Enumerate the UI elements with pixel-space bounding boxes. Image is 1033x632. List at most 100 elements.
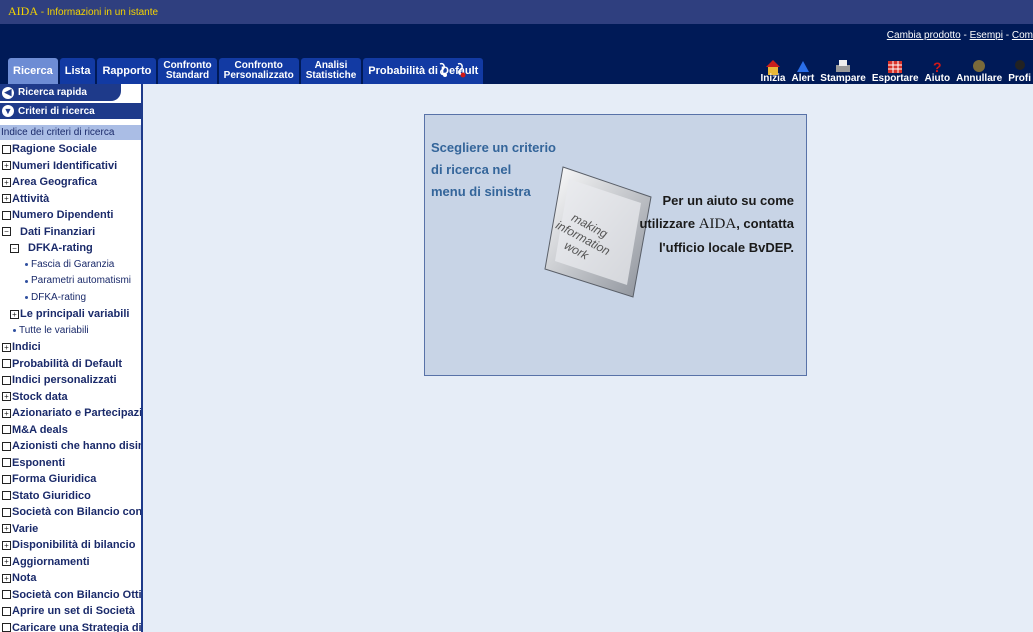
checkbox-icon — [2, 507, 11, 517]
criteria-tree: Ragione Sociale + Numeri Identificativi +… — [0, 141, 141, 632]
collapse-icon: − — [10, 243, 19, 253]
tree-item[interactable]: Società con Bilancio Ottico — [0, 587, 141, 604]
expand-icon: + — [2, 161, 11, 171]
arrow-down-icon: ▼ — [2, 105, 14, 117]
arrow-left-icon: ◀ — [2, 86, 14, 99]
expand-icon: + — [2, 177, 11, 187]
checkbox-icon — [2, 425, 11, 435]
expand-icon: + — [2, 557, 11, 567]
tree-item[interactable]: + Stock data — [0, 389, 141, 406]
banner-help-text: Per un aiuto su come utilizzare AIDA, co… — [639, 189, 794, 259]
help-line-1: Per un aiuto su come — [662, 193, 794, 208]
tree-item[interactable]: + Nota — [0, 570, 141, 587]
checkbox-icon — [2, 606, 11, 616]
nav-bar: Ricerca Lista Rapporto Confronto Standar… — [0, 46, 1033, 84]
profilo-button[interactable]: Profi — [1008, 60, 1031, 84]
tree-item[interactable]: Probabilità di Default — [0, 356, 141, 373]
expand-icon: + — [2, 194, 11, 204]
tab-lista[interactable]: Lista — [59, 58, 96, 84]
tree-item[interactable]: + Disponibilità di bilancio — [0, 537, 141, 554]
tree-leaf[interactable]: Tutte le variabili — [0, 323, 141, 340]
tree-item[interactable]: − Dati Finanziari — [0, 224, 141, 241]
tree-leaf[interactable]: Fascia di Garanzia — [0, 257, 141, 274]
welcome-banner: Scegliere un criterio di ricerca nel men… — [424, 114, 807, 376]
expand-icon: + — [2, 392, 11, 402]
tree-item[interactable]: + Attività — [0, 191, 141, 208]
tree-item[interactable]: Numero Dipendenti — [0, 207, 141, 224]
tree-leaf[interactable]: DFKA-rating — [0, 290, 141, 307]
tree-item[interactable]: + Numeri Identificativi — [0, 158, 141, 175]
annullare-button[interactable]: Annullare — [956, 60, 1002, 84]
sidebar: ◀ Ricerca rapida ▼ Criteri di ricerca In… — [0, 84, 143, 632]
tab-analisi-statistiche[interactable]: Analisi Statistiche — [300, 58, 362, 84]
tree-item[interactable]: Stato Giuridico — [0, 488, 141, 505]
bullet-icon — [25, 296, 28, 300]
inizia-button[interactable]: Inizia — [760, 60, 785, 84]
tree-item[interactable]: M&A deals — [0, 422, 141, 439]
com-link[interactable]: Com — [1012, 30, 1033, 41]
tree-item[interactable]: Caricare una Strategia di ricerca — [0, 620, 141, 632]
checkbox-icon — [2, 375, 11, 385]
title-bar: AIDA - Informazioni in un istante — [0, 0, 1033, 24]
checkbox-icon — [2, 458, 11, 468]
aiuto-button[interactable]: ? Aiuto — [925, 59, 951, 84]
stampare-button[interactable]: Stampare — [820, 60, 866, 84]
expand-icon: + — [2, 524, 11, 534]
tree-item[interactable]: Aprire un set di Società — [0, 603, 141, 620]
checkbox-icon — [2, 623, 11, 632]
tab-rapporto[interactable]: Rapporto — [97, 58, 157, 84]
checkbox-icon — [2, 359, 11, 369]
alert-button[interactable]: Alert — [791, 60, 814, 84]
esempi-link[interactable]: Esempi — [970, 30, 1003, 41]
tree-leaf[interactable]: Parametri automatismi — [0, 273, 141, 290]
tree-item[interactable]: Società con Bilancio consolidato — [0, 504, 141, 521]
tree-item[interactable]: Ragione Sociale — [0, 141, 141, 158]
quick-search-button[interactable]: ◀ Ricerca rapida — [0, 84, 121, 101]
checkbox-icon — [2, 210, 11, 220]
bullet-icon — [25, 263, 28, 267]
tab-strip: Ricerca Lista Rapporto Confronto Standar… — [8, 58, 484, 84]
top-bar: Cambia prodotto - Esempi - Com — [0, 24, 1033, 46]
collapse-icon: − — [2, 227, 11, 237]
checkbox-icon — [2, 441, 11, 451]
help-line-3: l'ufficio locale BvDEP. — [658, 240, 794, 255]
tree-item[interactable]: + Area Geografica — [0, 174, 141, 191]
checkbox-icon — [2, 491, 11, 501]
expand-icon: + — [2, 408, 11, 418]
expand-icon: + — [10, 309, 19, 319]
checkbox-icon — [2, 590, 11, 600]
tree-item[interactable]: +Azionariato e Partecipazioni — [0, 405, 141, 422]
tree-item[interactable]: Azionisti che hanno disinvestito — [0, 438, 141, 455]
tree-item[interactable]: + Le principali variabili — [0, 306, 141, 323]
quick-search-label: Ricerca rapida — [18, 87, 87, 98]
tree-item[interactable]: Indici personalizzati — [0, 372, 141, 389]
toolbar: Inizia Alert Stampare Esportare ? Aiuto … — [760, 59, 1033, 84]
tree-item[interactable]: Esponenti — [0, 455, 141, 472]
expand-icon: + — [2, 342, 11, 352]
tab-confronto-personalizzato[interactable]: Confronto Personalizzato — [218, 58, 299, 84]
tree-item[interactable]: + Indici — [0, 339, 141, 356]
criteria-header[interactable]: ▼ Criteri di ricerca — [0, 103, 141, 119]
unlink-icon[interactable] — [454, 60, 476, 82]
checkbox-icon — [2, 474, 11, 484]
criteria-label: Criteri di ricerca — [18, 105, 95, 117]
tree-item[interactable]: Forma Giuridica — [0, 471, 141, 488]
index-header: Indice dei criteri di ricerca — [0, 125, 141, 140]
tree-item[interactable]: + Aggiornamenti — [0, 554, 141, 571]
tree-item[interactable]: − DFKA-rating — [0, 240, 141, 257]
link-separator: - — [960, 30, 970, 41]
expand-icon: + — [2, 573, 11, 583]
checkbox-icon — [2, 144, 11, 154]
expand-icon: + — [2, 540, 11, 550]
top-links: Cambia prodotto - Esempi - Com — [887, 30, 1033, 41]
link-separator: - — [1002, 30, 1012, 41]
tab-confronto-standard[interactable]: Confronto Standard — [158, 58, 217, 84]
help-line-2: utilizzare AIDA, contatta — [639, 216, 794, 232]
tree-item[interactable]: + Varie — [0, 521, 141, 538]
bullet-icon — [25, 279, 28, 283]
cambia-prodotto-link[interactable]: Cambia prodotto — [887, 30, 961, 41]
app-title: AIDA - Informazioni in un istante — [8, 4, 159, 18]
bullet-icon — [13, 329, 16, 333]
tab-ricerca[interactable]: Ricerca — [8, 58, 58, 84]
esportare-button[interactable]: Esportare — [872, 60, 919, 84]
